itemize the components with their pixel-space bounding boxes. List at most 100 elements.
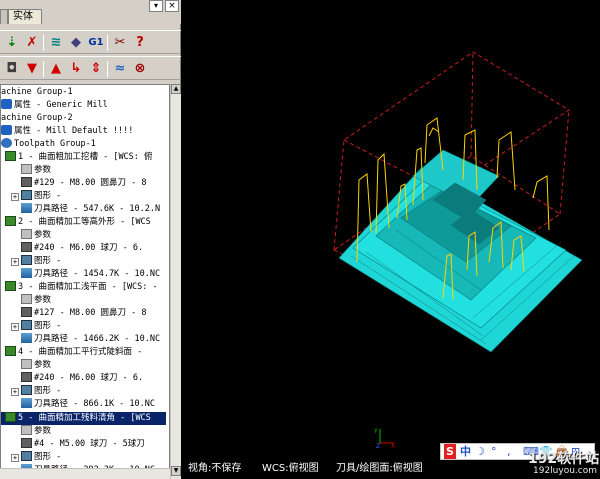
tree-item[interactable]: + 图形 - [1, 255, 61, 268]
grp-icon [1, 138, 12, 149]
operation-row[interactable]: 1 - 曲面粗加工挖槽 - [WCS: 俯 [1, 151, 153, 164]
operations-toolbar-2: ◘ ▼ ▲ ↳ ⇕ ≈ ⊗ [0, 56, 181, 80]
operations-tree[interactable]: achine Group-1 属性 - Generic Mill achine Gr… [0, 84, 170, 479]
toggle-display-icon[interactable]: ≈ [111, 60, 129, 78]
tree-item[interactable]: #129 - M8.00 圆鼻刀 - 8 [1, 177, 147, 190]
g1-icon[interactable]: G1 [87, 34, 105, 52]
tree-item-label: 图形 - [34, 191, 62, 202]
tree-horizontal-scrollbar[interactable] [0, 468, 170, 479]
folder-icon [21, 359, 32, 370]
tree-item-label: achine Group-1 [1, 87, 73, 97]
tree-item-label: 参数 [34, 165, 52, 176]
expand-plus-icon[interactable]: + [11, 453, 19, 462]
watermark-logo: 192软件站 [528, 451, 600, 467]
tree-item-label: 属性 - Mill Default !!!! [14, 126, 134, 137]
move-down-icon[interactable]: ▼ [23, 60, 41, 78]
tab-operations[interactable] [0, 9, 8, 24]
tree-item[interactable]: #127 - M8.00 圆鼻刀 - 8 [1, 307, 147, 320]
tree-item[interactable]: 参数 [1, 164, 51, 177]
path-icon [21, 398, 32, 409]
folder-icon [21, 164, 32, 175]
operation-row[interactable]: 3 - 曲面精加工浅平面 - [WCS: - [1, 281, 158, 294]
tree-item[interactable]: 刀具路径 - 866.1K - 10.NC [1, 398, 155, 411]
tree-item[interactable]: 参数 [1, 229, 51, 242]
post-icon[interactable]: ⊗ [131, 60, 149, 78]
close-icon[interactable]: × [165, 0, 179, 12]
tree-item[interactable]: + 图形 - [1, 385, 61, 398]
expand-plus-icon[interactable]: + [11, 258, 19, 267]
expand-plus-icon[interactable]: + [11, 388, 19, 397]
select-invalid-ops-icon[interactable]: ✗ [23, 34, 41, 52]
op-icon [5, 411, 16, 422]
tree-item-label: 5 - 曲面精加工残料清角 - [WCS [18, 412, 151, 423]
insert-arrow-icon[interactable]: ↳ [67, 60, 85, 78]
move-up-icon[interactable]: ▲ [47, 60, 65, 78]
ime-logo-icon[interactable]: S [444, 444, 456, 459]
operation-row[interactable]: 4 - 曲面精加工平行式陡斜面 - [1, 346, 142, 359]
tool-icon [21, 372, 32, 383]
axis-triad-icon: X Y Z [374, 428, 395, 449]
scroll-down-icon[interactable]: ▼ [171, 466, 181, 476]
tree-item-label: #4 - M5.00 球刀 - 5球刀 [34, 438, 145, 449]
axis-y-label: Y [374, 428, 378, 435]
expand-plus-icon[interactable]: + [11, 323, 19, 332]
expand-icon[interactable]: ⇕ [87, 60, 105, 78]
viewport-status-bar: 视角:不保存 WCS:俯视图 刀具/绘图面:俯视图 [181, 459, 441, 479]
ime-tool-icon[interactable]: ☽ [475, 444, 485, 459]
lock-icon[interactable]: ◘ [3, 60, 21, 78]
tree-vertical-scrollbar[interactable]: ▲ ▼ [170, 84, 181, 479]
tree-item[interactable]: 刀具路径 - 1454.7K - 10.NC [1, 268, 160, 281]
tree-item[interactable]: achine Group-2 [1, 112, 73, 125]
tree-item[interactable]: + 图形 - [1, 450, 62, 464]
operation-row[interactable]: 5 - 曲面精加工残料清角 - [WCS [1, 411, 166, 425]
panel-tabs: 实体 ▾ × [0, 0, 181, 24]
regen-all-icon[interactable]: ≋ [47, 34, 65, 52]
graphics-viewport[interactable]: X Y Z [181, 0, 600, 479]
scroll-up-icon[interactable]: ▲ [171, 84, 181, 94]
tree-item-label: 刀具路径 - 1466.2K - 10.NC [34, 334, 161, 345]
tree-item[interactable]: 参数 [1, 294, 51, 307]
attr-icon [1, 125, 12, 136]
tool-icon [21, 437, 32, 448]
pin-icon[interactable]: ▾ [149, 0, 163, 12]
ime-tool-icon[interactable]: ° [491, 444, 497, 459]
tab-solids[interactable]: 实体 [8, 9, 42, 24]
tree-item-label: 刀具路径 - 1454.7K - 10.NC [34, 269, 161, 280]
help-icon[interactable]: ? [131, 34, 149, 52]
tree-item-label: 1 - 曲面粗加工挖槽 - [WCS: 俯 [18, 152, 153, 163]
regen-dirty-icon[interactable]: ◆ [67, 34, 85, 52]
tree-item[interactable]: 属性 - Mill Default !!!! [1, 125, 133, 138]
tool-icon [21, 177, 32, 188]
tree-item[interactable]: #240 - M6.00 球刀 - 6. [1, 372, 143, 385]
tree-item[interactable]: 参数 [1, 359, 51, 372]
operations-manager-panel: 实体 ▾ × ⇣ ✗ ≋ ◆ G1 ✂? ◘ ▼ ▲ ↳ ⇕ ≈ ⊗ achine Group-1 属性… [0, 0, 181, 479]
tree-item[interactable]: 刀具路径 - 1466.2K - 10.NC [1, 333, 160, 346]
shape-icon [21, 385, 32, 396]
op-icon [5, 151, 16, 162]
op-icon [5, 216, 16, 227]
operation-row[interactable]: 2 - 曲面精加工等高外形 - [WCS [1, 216, 151, 229]
tree-item-label: #240 - M6.00 球刀 - 6. [34, 373, 144, 384]
tree-item[interactable]: #240 - M6.00 球刀 - 6. [1, 242, 143, 255]
folder-icon [21, 424, 32, 435]
tree-item-label: 图形 - [34, 451, 62, 462]
tree-item[interactable]: achine Group-1 [1, 86, 73, 99]
tree-item[interactable]: + 图形 - [1, 190, 61, 203]
ime-language-toggle[interactable]: 中 [460, 444, 471, 459]
tree-item[interactable]: 刀具路径 - 547.6K - 10.2.N [1, 203, 160, 216]
ime-tool-icon[interactable]: , [507, 444, 511, 459]
tree-item[interactable]: 属性 - Generic Mill [1, 99, 108, 112]
select-all-ops-icon[interactable]: ⇣ [3, 34, 21, 52]
watermark-url: 192luyou.com [533, 466, 598, 476]
toolbar-separator [43, 35, 44, 51]
shape-icon [21, 320, 32, 331]
tree-item-label: 参数 [34, 425, 52, 436]
tree-item[interactable]: + 图形 - [1, 320, 61, 333]
expand-plus-icon[interactable]: + [11, 193, 19, 202]
tree-item-label: 图形 - [34, 386, 62, 397]
tree-item[interactable]: Toolpath Group-1 [1, 138, 96, 151]
tree-item-label: Toolpath Group-1 [14, 139, 96, 150]
verify-icon[interactable]: ✂ [111, 34, 129, 52]
tree-item[interactable]: 参数 [1, 424, 52, 438]
tree-item[interactable]: #4 - M5.00 球刀 - 5球刀 [1, 437, 145, 451]
